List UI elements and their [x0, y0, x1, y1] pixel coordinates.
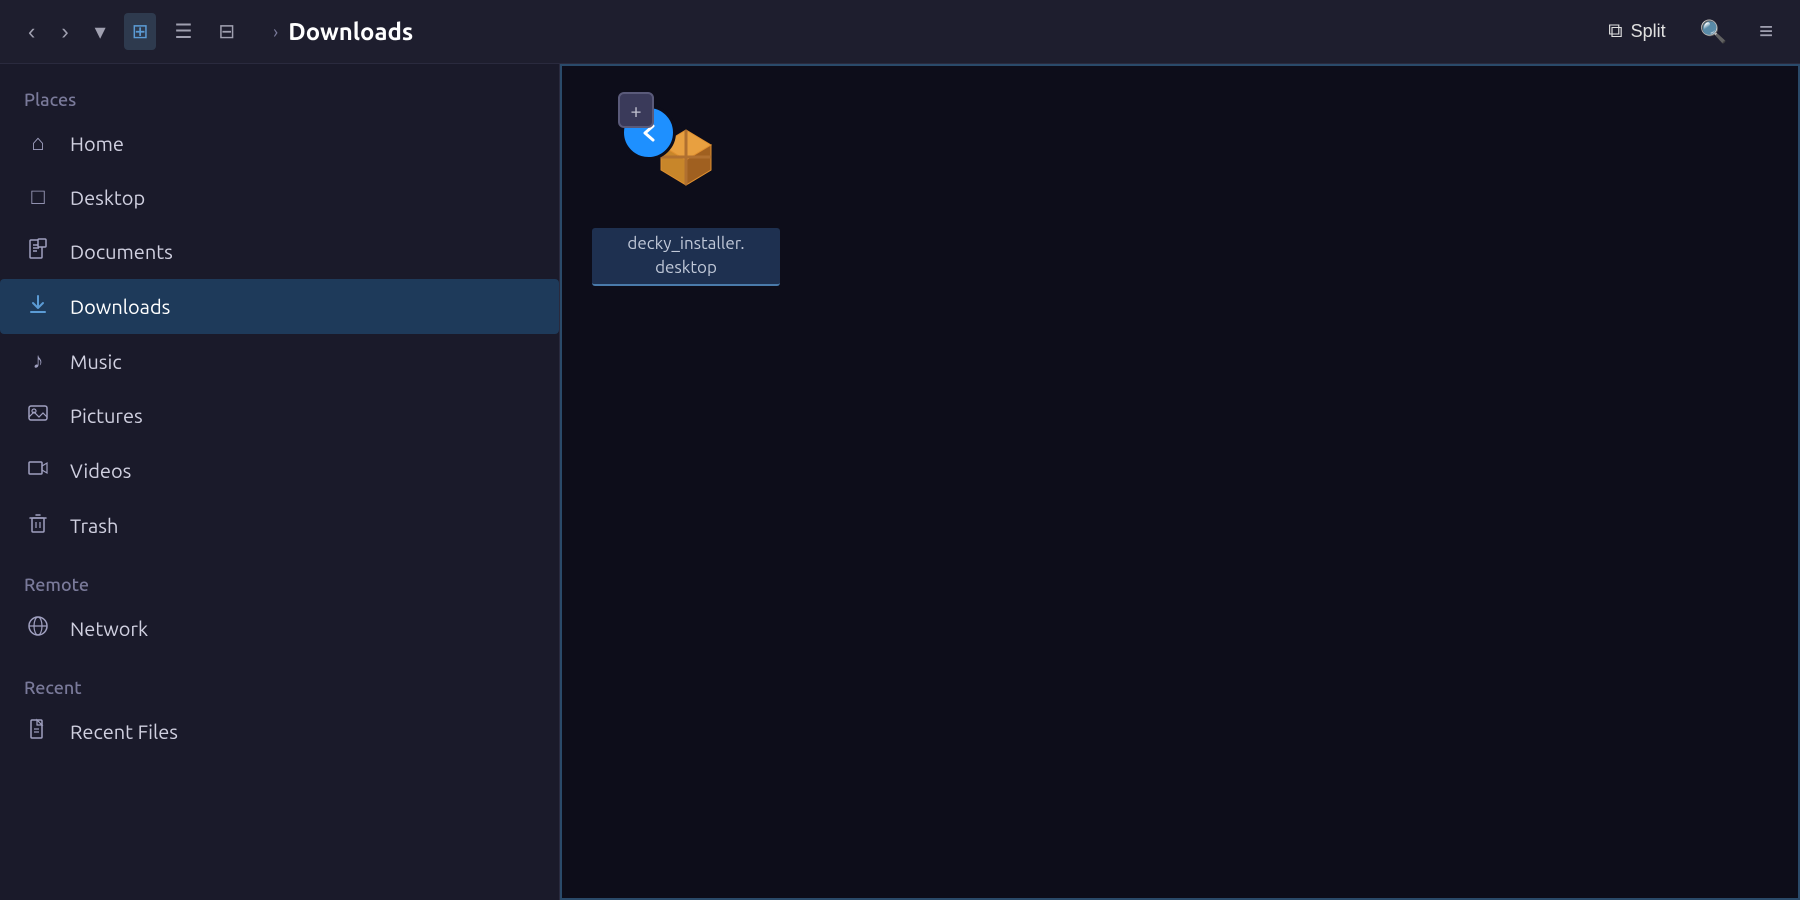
places-label: Places [0, 80, 559, 116]
toolbar-actions: ⧉ Split 🔍 ≡ [1598, 12, 1780, 52]
desktop-icon: □ [24, 184, 52, 210]
recent-label: Recent [0, 668, 559, 704]
toolbar: ‹ › ▾ ⊞ ☰ ⊟ › Downloads ⧉ Split 🔍 ≡ [0, 0, 1800, 64]
split-label: Split [1631, 21, 1666, 42]
back-icon: ‹ [28, 19, 35, 44]
forward-icon: › [61, 19, 68, 44]
tree-icon: ⊟ [218, 21, 235, 43]
documents-icon [24, 238, 52, 265]
breadcrumb: › Downloads [243, 18, 1598, 45]
sidebar-item-videos[interactable]: Videos [0, 443, 559, 498]
sidebar-videos-label: Videos [70, 459, 131, 482]
forward-button[interactable]: › [53, 13, 76, 51]
sidebar-item-trash[interactable]: Trash [0, 498, 559, 553]
sidebar-item-home[interactable]: ⌂ Home [0, 116, 559, 170]
sidebar: Places ⌂ Home □ Desktop Documents [0, 64, 560, 900]
music-icon: ♪ [24, 348, 52, 374]
sidebar-desktop-label: Desktop [70, 186, 145, 209]
back-button[interactable]: ‹ [20, 13, 43, 51]
search-icon: 🔍 [1700, 19, 1727, 44]
file-item-decky-installer[interactable]: + [586, 90, 786, 292]
file-area[interactable]: + [560, 64, 1800, 900]
view-list-button[interactable]: ☰ [166, 13, 200, 50]
sidebar-network-label: Network [70, 617, 148, 640]
dropdown-button[interactable]: ▾ [87, 13, 114, 51]
split-icon: ⧉ [1608, 20, 1622, 43]
sidebar-home-label: Home [70, 132, 124, 155]
breadcrumb-chevron-icon: › [273, 22, 278, 42]
hamburger-icon: ≡ [1759, 18, 1772, 45]
remote-label: Remote [0, 565, 559, 601]
sidebar-recent-files-label: Recent Files [70, 720, 178, 743]
recent-files-icon [24, 718, 52, 745]
downloads-icon [24, 293, 52, 320]
view-tree-button[interactable]: ⊟ [210, 13, 243, 50]
sidebar-downloads-label: Downloads [70, 295, 170, 318]
breadcrumb-title: Downloads [288, 18, 413, 45]
sidebar-item-music[interactable]: ♪ Music [0, 334, 559, 388]
main-layout: Places ⌂ Home □ Desktop Documents [0, 64, 1800, 900]
home-icon: ⌂ [24, 130, 52, 156]
sidebar-item-network[interactable]: Network [0, 601, 559, 656]
sidebar-pictures-label: Pictures [70, 404, 143, 427]
toolbar-nav: ‹ › ▾ ⊞ ☰ ⊟ [20, 13, 243, 51]
search-button[interactable]: 🔍 [1692, 13, 1735, 51]
network-icon [24, 615, 52, 642]
videos-icon [24, 457, 52, 484]
split-button[interactable]: ⧉ Split [1598, 14, 1675, 49]
file-icon-wrapper: + [626, 100, 746, 220]
trash-icon [24, 512, 52, 539]
menu-button[interactable]: ≡ [1751, 12, 1780, 52]
pictures-icon [24, 402, 52, 429]
sidebar-item-recent-files[interactable]: Recent Files [0, 704, 559, 759]
sidebar-item-documents[interactable]: Documents [0, 224, 559, 279]
view-grid-button[interactable]: ⊞ [124, 13, 157, 50]
sidebar-item-desktop[interactable]: □ Desktop [0, 170, 559, 224]
sidebar-item-pictures[interactable]: Pictures [0, 388, 559, 443]
sidebar-music-label: Music [70, 350, 122, 373]
sidebar-trash-label: Trash [70, 514, 118, 537]
plus-badge-icon: + [618, 92, 654, 128]
list-icon: ☰ [174, 21, 192, 43]
file-name: decky_installer.desktop [592, 228, 780, 286]
dropdown-icon: ▾ [95, 19, 106, 44]
grid-icon: ⊞ [132, 21, 149, 43]
sidebar-documents-label: Documents [70, 240, 173, 263]
sidebar-item-downloads[interactable]: Downloads [0, 279, 559, 334]
file-grid: + [586, 90, 1774, 292]
